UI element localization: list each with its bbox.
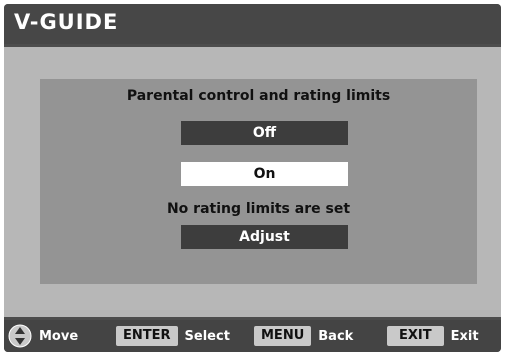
title-bar: V-GUIDE (4, 4, 501, 44)
select-label: Select (184, 328, 230, 344)
content-area: Parental control and rating limits Off O… (4, 47, 501, 317)
on-option-button[interactable]: On (181, 162, 348, 186)
footer-move: Move (8, 320, 78, 352)
off-option-button[interactable]: Off (181, 121, 348, 145)
back-label: Back (318, 328, 354, 344)
footer-help-bar: Move ENTER Select MENU Back EXIT Exit (4, 320, 501, 352)
tv-screen: V-GUIDE Parental control and rating limi… (4, 4, 501, 352)
footer-back: MENU Back (254, 320, 353, 352)
adjust-button[interactable]: Adjust (181, 225, 348, 249)
menu-key: MENU (254, 326, 312, 346)
footer-select: ENTER Select (116, 320, 230, 352)
footer-exit: EXIT Exit (387, 320, 479, 352)
page-title: V-GUIDE (14, 10, 119, 34)
exit-label: Exit (450, 328, 479, 344)
dpad-icon (8, 324, 32, 348)
exit-key: EXIT (387, 326, 444, 346)
panel-heading: Parental control and rating limits (126, 88, 391, 104)
parental-control-panel: Parental control and rating limits Off O… (40, 79, 477, 284)
rating-status-text: No rating limits are set (166, 201, 351, 217)
enter-key: ENTER (116, 326, 178, 346)
move-label: Move (39, 328, 79, 344)
